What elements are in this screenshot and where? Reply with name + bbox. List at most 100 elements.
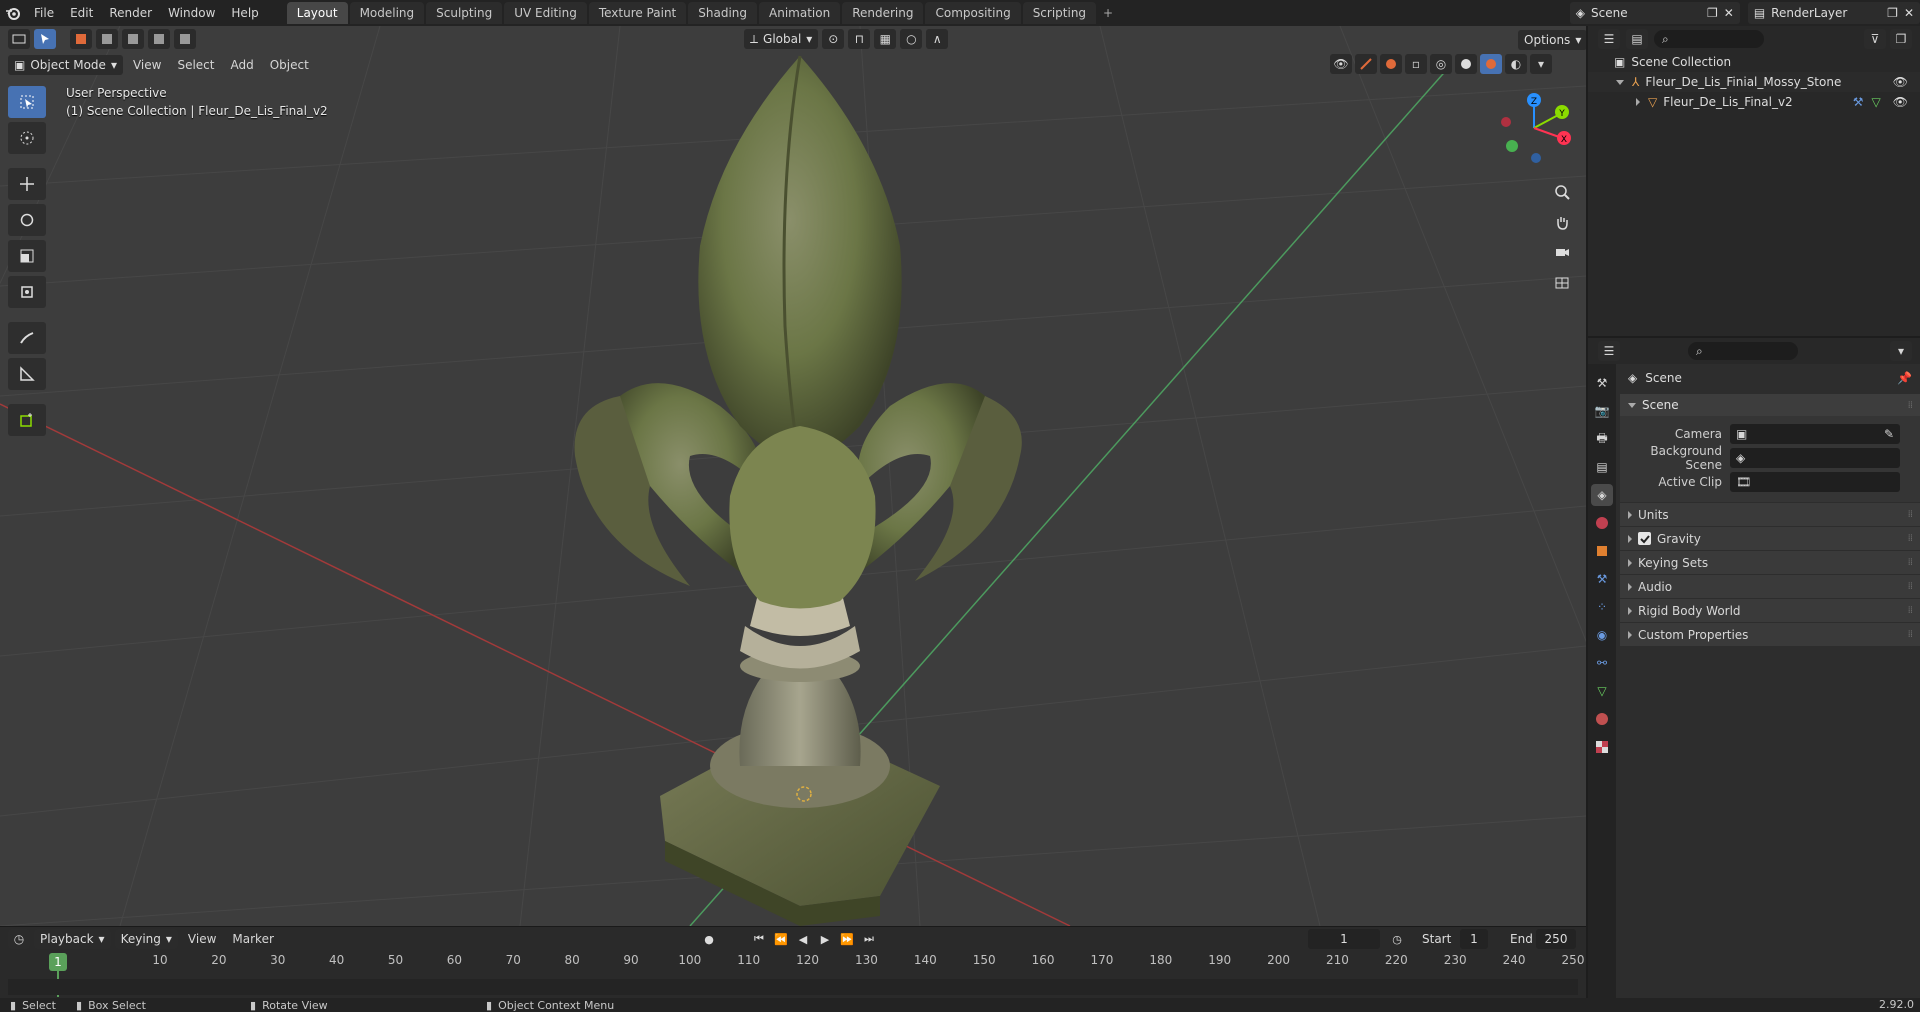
constraints-tab-icon[interactable]: ⚯ xyxy=(1591,652,1613,674)
pan-hand-icon[interactable] xyxy=(1548,208,1576,236)
scene-tab-icon[interactable]: ◈ xyxy=(1591,484,1613,506)
material-shading-icon[interactable] xyxy=(1480,54,1502,74)
tab-modeling[interactable]: Modeling xyxy=(349,2,425,24)
jump-end-icon[interactable]: ⏭ xyxy=(860,929,878,949)
visibility-icon[interactable]: 👁 xyxy=(1330,54,1352,74)
data-tab-icon[interactable]: ▽ xyxy=(1591,680,1613,702)
delete-view-layer-icon[interactable]: ✕ xyxy=(1904,6,1914,20)
wireframe-shading-icon[interactable]: ◎ xyxy=(1430,54,1452,74)
timeline-menu-view[interactable]: View xyxy=(182,929,222,949)
new-collection-icon[interactable]: ❐ xyxy=(1890,29,1912,49)
editor-type-icon[interactable] xyxy=(8,29,30,49)
add-workspace-icon[interactable]: + xyxy=(1098,2,1118,24)
menu-object[interactable]: Object xyxy=(264,55,315,75)
3d-viewport[interactable]: ⟂ Global ▾ ⊙ ⊓ ▦ ○ ∧ ▣ Object Mode ▾ Vie… xyxy=(0,26,1586,926)
menu-select[interactable]: Select xyxy=(171,55,220,75)
background-scene-field[interactable]: ◈ xyxy=(1730,448,1900,468)
properties-editor-type-icon[interactable]: ☰ xyxy=(1598,341,1620,361)
falloff-icon[interactable]: ∧ xyxy=(926,29,949,49)
keying-sets-panel-header[interactable]: Keying Sets ⁞⁞ xyxy=(1620,550,1920,574)
new-view-layer-icon[interactable]: ❐ xyxy=(1887,6,1898,20)
fleur-de-lis-model[interactable] xyxy=(574,55,1022,926)
drag-grip-icon[interactable]: ⁞⁞ xyxy=(1908,557,1913,568)
rigid-body-world-panel-header[interactable]: Rigid Body World ⁞⁞ xyxy=(1620,598,1920,622)
cursor-tool-icon[interactable] xyxy=(8,122,46,154)
world-tab-icon[interactable] xyxy=(1591,512,1613,534)
object-tab-icon[interactable] xyxy=(1591,540,1613,562)
jump-start-icon[interactable]: ⏮ xyxy=(750,929,768,949)
outliner-item-collection[interactable]: ⅄ Fleur_De_Lis_Finial_Mossy_Stone 👁 xyxy=(1588,72,1920,92)
properties-editor[interactable]: ☰ ⌕ ▾ ⚒ 📷 🖶 ▤ ◈ ⚒ ⁘ ◉ ⚯ ▽ ◈ Scene 📌 Scen… xyxy=(1588,338,1920,998)
menu-edit[interactable]: Edit xyxy=(62,2,101,24)
tab-rendering[interactable]: Rendering xyxy=(842,2,924,24)
pin-icon[interactable]: 📌 xyxy=(1897,371,1912,385)
solid-shading-icon[interactable] xyxy=(1455,54,1477,74)
eye-icon[interactable]: 👁 xyxy=(1893,95,1908,109)
transform-tool-icon[interactable] xyxy=(8,276,46,308)
menu-add[interactable]: Add xyxy=(224,55,259,75)
texture-tab-icon[interactable] xyxy=(1591,736,1613,758)
rotate-tool-icon[interactable] xyxy=(8,204,46,236)
delete-scene-icon[interactable]: ✕ xyxy=(1724,6,1734,20)
mode-dropdown[interactable]: ▣ Object Mode ▾ xyxy=(8,55,123,75)
units-panel-header[interactable]: Units ⁞⁞ xyxy=(1620,502,1920,526)
select-intersect-icon[interactable] xyxy=(174,29,196,49)
play-reverse-icon[interactable]: ◀ xyxy=(794,929,812,949)
playback-dropdown[interactable]: Playback ▾ xyxy=(34,929,111,949)
tool-tab-icon[interactable]: ⚒ xyxy=(1591,372,1613,394)
proportional-edit-icon[interactable]: ○ xyxy=(900,29,923,49)
scene-name[interactable]: Scene xyxy=(1591,6,1701,20)
jump-keyframe-forward-icon[interactable]: ⏩ xyxy=(838,929,856,949)
navigation-gizmo[interactable]: Z Y X xyxy=(1494,88,1574,168)
select-tool-mode-icon[interactable] xyxy=(34,29,56,49)
play-icon[interactable]: ▶ xyxy=(816,929,834,949)
ortho-toggle-icon[interactable] xyxy=(1548,268,1576,296)
material-tab-icon[interactable] xyxy=(1591,708,1613,730)
view-layer-selector[interactable]: ▤ RenderLayer ❐ ✕ xyxy=(1747,2,1920,24)
transform-orientation-dropdown[interactable]: ⟂ Global ▾ xyxy=(744,29,819,49)
measure-tool-icon[interactable] xyxy=(8,358,46,390)
move-tool-icon[interactable] xyxy=(8,168,46,200)
jump-keyframe-back-icon[interactable]: ⏪ xyxy=(772,929,790,949)
annotate-tool-icon[interactable] xyxy=(8,322,46,354)
gizmo-toggle-icon[interactable] xyxy=(1355,54,1377,74)
display-mode-icon[interactable]: ▤ xyxy=(1626,29,1648,49)
drag-grip-icon[interactable]: ⁞⁞ xyxy=(1908,629,1913,640)
select-subtract-icon[interactable] xyxy=(122,29,144,49)
select-box-tool-icon[interactable] xyxy=(8,86,46,118)
output-tab-icon[interactable]: 🖶 xyxy=(1591,428,1613,450)
zoom-icon[interactable] xyxy=(1548,178,1576,206)
view-layer-tab-icon[interactable]: ▤ xyxy=(1591,456,1613,478)
use-preview-range-icon[interactable]: ◷ xyxy=(1388,929,1406,949)
snap-icon[interactable]: ⊓ xyxy=(848,29,871,49)
tab-uv-editing[interactable]: UV Editing xyxy=(504,2,587,24)
overlay-toggle-icon[interactable] xyxy=(1380,54,1402,74)
outliner-scene-collection[interactable]: ▣ Scene Collection xyxy=(1588,52,1920,72)
timeline-menu-marker[interactable]: Marker xyxy=(226,929,279,949)
new-scene-icon[interactable]: ❐ xyxy=(1707,6,1718,20)
outliner-search-input[interactable]: ⌕ xyxy=(1654,30,1764,48)
snap-target-icon[interactable]: ▦ xyxy=(874,29,897,49)
current-frame-field[interactable]: 1 xyxy=(1308,929,1380,949)
timeline-editor[interactable]: ◷ Playback ▾ Keying ▾ View Marker ● ⏮ ⏪ … xyxy=(0,926,1586,998)
frame-ruler[interactable]: 10 20 30 40 50 60 70 80 90 100 110 120 130 140 150 160 1… xyxy=(8,951,1584,971)
view-layer-name[interactable]: RenderLayer xyxy=(1771,6,1881,20)
xray-toggle-icon[interactable]: ▫ xyxy=(1405,54,1427,74)
outliner-editor-type-icon[interactable]: ☰ xyxy=(1598,29,1620,49)
gravity-panel-header[interactable]: Gravity ⁞⁞ xyxy=(1620,526,1920,550)
playhead[interactable]: 1 xyxy=(49,953,67,971)
keying-dropdown[interactable]: Keying ▾ xyxy=(114,929,178,949)
physics-tab-icon[interactable]: ◉ xyxy=(1591,624,1613,646)
select-extend-icon[interactable] xyxy=(96,29,118,49)
blender-logo-icon[interactable] xyxy=(0,0,26,26)
menu-render[interactable]: Render xyxy=(101,2,160,24)
menu-help[interactable]: Help xyxy=(223,2,266,24)
eye-icon[interactable]: 👁 xyxy=(1893,75,1908,89)
camera-view-icon[interactable] xyxy=(1548,238,1576,266)
menu-view[interactable]: View xyxy=(127,55,167,75)
options-dropdown[interactable]: Options ▾ xyxy=(1518,30,1586,50)
gravity-checkbox[interactable] xyxy=(1638,532,1651,545)
timeline-editor-type-icon[interactable]: ◷ xyxy=(8,929,30,949)
tab-layout[interactable]: Layout xyxy=(286,2,348,24)
add-cube-tool-icon[interactable] xyxy=(8,404,46,436)
